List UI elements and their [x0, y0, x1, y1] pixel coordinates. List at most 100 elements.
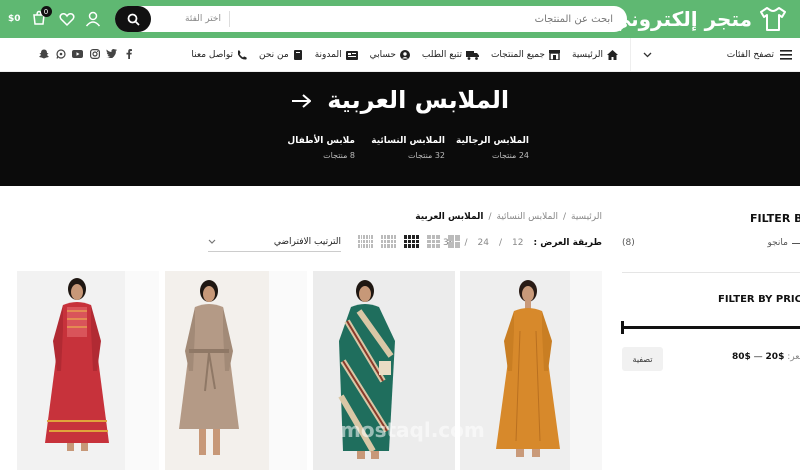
- social-links: [38, 48, 134, 59]
- truck-icon: [465, 51, 479, 60]
- per-page-12[interactable]: 12: [512, 238, 523, 248]
- per-page-selector: طريقة العرض : 12 / 24 / 36: [443, 235, 602, 251]
- breadcrumb: الرئيسية / الملابس النسائية / الملابس ال…: [415, 212, 602, 222]
- nav-home[interactable]: الرئيسية: [572, 50, 618, 60]
- hero-category-kids[interactable]: ملابس الأطفال 8 منتجات: [287, 136, 355, 160]
- grid-2-icon[interactable]: [448, 235, 460, 248]
- hero-title-wrap: الملابس العربية: [0, 86, 800, 114]
- book-icon: [293, 50, 302, 60]
- nav-account[interactable]: حسابي: [370, 50, 410, 60]
- price-min: $20: [765, 352, 785, 362]
- per-page-24[interactable]: 24: [478, 238, 489, 248]
- search-bar: ابحث عن المنتجات اختر الفئة: [115, 6, 627, 32]
- category-hero: الملابس العربية الملابس الرجالية 24 منتج…: [0, 72, 800, 186]
- home-icon: [607, 50, 618, 60]
- news-icon: [345, 50, 358, 60]
- phone-icon: [238, 50, 247, 60]
- breadcrumb-separator: /: [562, 212, 566, 222]
- twitter-icon[interactable]: [106, 48, 117, 59]
- youtube-icon[interactable]: [72, 48, 83, 59]
- breadcrumb-current: الملابس العربية: [415, 212, 484, 222]
- chevron-down-icon: [208, 239, 216, 244]
- snapchat-icon[interactable]: [38, 48, 49, 59]
- logo-text: متجر إلكتروني: [610, 7, 752, 31]
- product-card[interactable]: [165, 271, 307, 470]
- show-label: طريقة العرض :: [533, 238, 602, 248]
- watermark: mostaql.com: [340, 418, 485, 442]
- user-icon[interactable]: [85, 11, 101, 27]
- shirt-logo-icon: [760, 7, 786, 31]
- chevron-down-icon: [643, 52, 652, 58]
- filter-brand-item[interactable]: (8) مانجو: [622, 238, 800, 248]
- filter-price-title: FILTER BY PRICE: [718, 294, 800, 305]
- grid-3-icon[interactable]: [427, 235, 440, 248]
- heart-icon[interactable]: [58, 12, 75, 27]
- breadcrumb-separator: /: [488, 212, 492, 222]
- hero-category-name: الملابس الرجالية: [455, 136, 529, 146]
- browse-categories-label: تصفح الفئات: [726, 50, 774, 60]
- page: متجر إلكتروني ابحث عن المنتجات اختر الفئ…: [0, 0, 800, 470]
- price-max: $80: [732, 352, 751, 362]
- nav-track-order-label: تتبع الطلب: [421, 50, 462, 60]
- price-range: سعر: $20 — $80: [732, 352, 800, 362]
- browse-categories-button[interactable]: تصفح الفئات: [630, 38, 800, 72]
- nav-blog[interactable]: المدونة: [315, 50, 358, 60]
- arrow-right-icon: [291, 94, 312, 108]
- grid-switcher: [358, 235, 460, 248]
- cart-button[interactable]: 0: [31, 6, 52, 28]
- hero-category-name: ملابس الأطفال: [287, 136, 355, 146]
- hero-category-count: 24 منتجات: [492, 151, 529, 160]
- nav-contact[interactable]: تواصل معنا: [191, 50, 247, 60]
- nav-bar: تصفح الفئات الرئيسية جميع المنتجات تتبع …: [0, 38, 800, 72]
- nav-contact-label: تواصل معنا: [191, 50, 234, 60]
- breadcrumb-women[interactable]: الملابس النسائية: [497, 212, 558, 222]
- price-slider[interactable]: [622, 326, 800, 329]
- hero-category-men[interactable]: الملابس الرجالية 24 منتجات: [456, 136, 529, 160]
- nav-about[interactable]: من نحن: [259, 50, 303, 60]
- breadcrumb-home[interactable]: الرئيسية: [571, 212, 602, 222]
- filter-by-title: FILTER BY: [750, 212, 800, 225]
- hero-category-count: 32 منتجات: [408, 151, 445, 160]
- nav-track-order[interactable]: تتبع الطلب: [422, 50, 479, 60]
- hero-category-count: 8 منتجات: [323, 151, 355, 160]
- logo[interactable]: متجر إلكتروني: [611, 4, 788, 34]
- per-page-separator: /: [498, 238, 503, 248]
- sort-select[interactable]: الترتيب الافتراضي: [208, 234, 341, 252]
- search-button[interactable]: [115, 6, 151, 32]
- price-slider-handle[interactable]: [621, 321, 624, 334]
- nav-blog-label: المدونة: [314, 50, 342, 60]
- product-image-beige-dress: [165, 271, 307, 470]
- nav-all-products-label: جميع المنتجات: [490, 50, 545, 60]
- grid-6-icon[interactable]: [358, 235, 373, 248]
- whatsapp-icon[interactable]: [55, 48, 66, 59]
- filter-item-count: (8): [622, 238, 635, 248]
- header-actions: $0 0: [8, 6, 101, 31]
- filter-item-label: مانجو: [767, 238, 788, 248]
- menu-icon: [780, 50, 792, 60]
- store-icon: [549, 50, 560, 60]
- grid-5-icon[interactable]: [381, 235, 396, 248]
- nav-account-label: حسابي: [369, 50, 396, 60]
- browse-categories-left: تصفح الفئات: [727, 50, 792, 60]
- sort-label: الترتيب الافتراضي: [273, 236, 341, 247]
- search-icon: [127, 13, 140, 26]
- product-card[interactable]: [17, 271, 159, 470]
- price-label: سعر:: [787, 352, 800, 362]
- price-separator: —: [753, 352, 763, 362]
- cart-total[interactable]: $0: [8, 14, 21, 24]
- filter-dash: [792, 242, 800, 244]
- nav-all-products[interactable]: جميع المنتجات: [491, 50, 560, 60]
- user-circle-icon: [399, 50, 410, 60]
- hero-title: الملابس العربية: [327, 86, 510, 114]
- top-bar: متجر إلكتروني ابحث عن المنتجات اختر الفئ…: [0, 0, 800, 38]
- category-select-label: اختر الفئة: [185, 14, 221, 24]
- instagram-icon[interactable]: [89, 48, 100, 59]
- nav-about-label: من نحن: [259, 50, 289, 60]
- hero-category-women[interactable]: الملابس النسائية 32 منتجات: [371, 136, 445, 160]
- filter-button[interactable]: تصفية: [622, 347, 663, 371]
- product-image-red-dress: [17, 271, 159, 470]
- search-input[interactable]: ابحث عن المنتجات: [230, 14, 627, 25]
- grid-4-icon[interactable]: [404, 235, 419, 248]
- cart-count-badge: 0: [40, 6, 52, 17]
- facebook-icon[interactable]: [123, 48, 134, 59]
